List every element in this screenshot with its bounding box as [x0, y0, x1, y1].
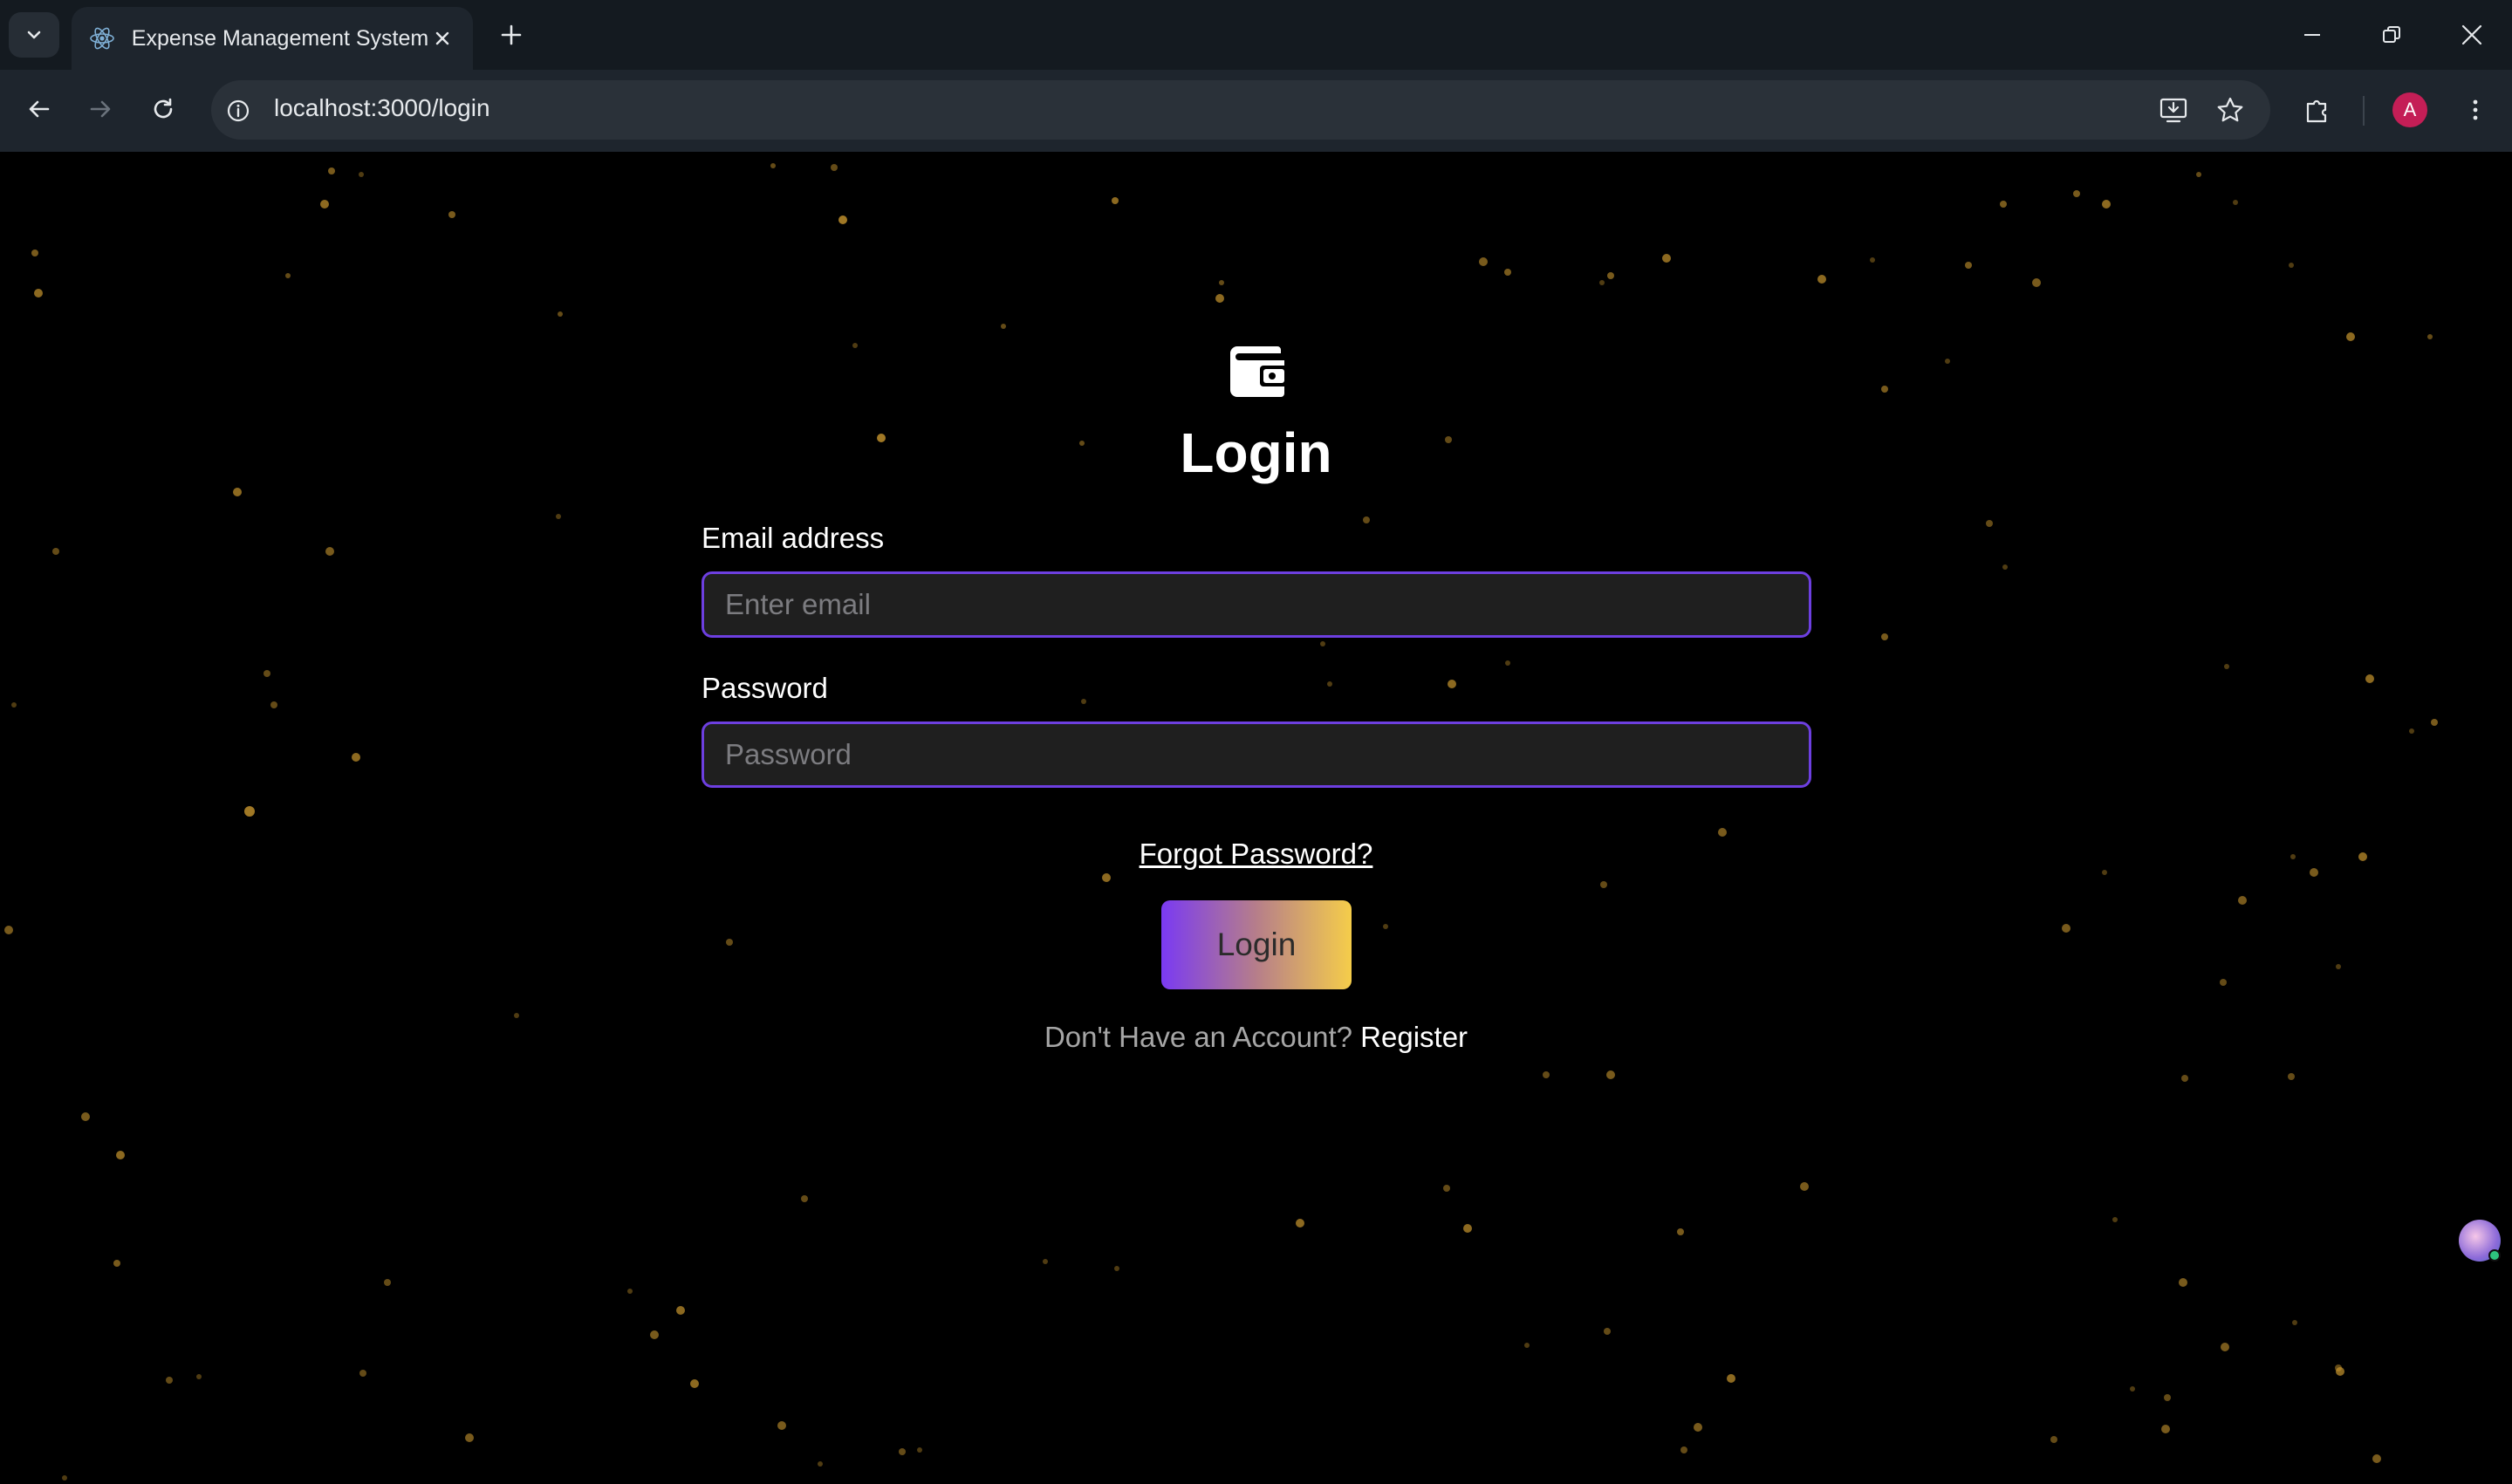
restore-button[interactable] [2365, 12, 2418, 58]
arrow-right-icon [90, 100, 111, 118]
minimize-button[interactable] [2286, 12, 2338, 58]
reload-icon [154, 98, 173, 119]
browser-menu-button[interactable] [2454, 88, 2497, 132]
profile-avatar[interactable]: A [2392, 92, 2427, 127]
star-icon [2217, 97, 2243, 122]
page-title: Login [1180, 421, 1332, 484]
back-button[interactable] [17, 87, 61, 131]
bookmark-button[interactable] [2208, 88, 2252, 132]
register-row: Don't Have an Account? Register [0, 1021, 2512, 1054]
minimize-icon [2304, 34, 2320, 36]
forward-button[interactable] [79, 87, 122, 131]
extensions-button[interactable] [2296, 88, 2339, 132]
new-tab-button[interactable] [492, 16, 530, 54]
address-bar[interactable] [211, 80, 2270, 140]
forgot-password-link[interactable]: Forgot Password? [1140, 838, 1373, 870]
tab-title: Expense Management System [131, 25, 429, 51]
react-icon [89, 24, 116, 52]
restore-icon [2383, 26, 2400, 43]
login-button[interactable]: Login [1161, 900, 1352, 989]
tab-strip: Expense Management System [0, 0, 2512, 70]
puzzle-icon [2306, 99, 2327, 123]
url-text[interactable]: localhost:3000/login [274, 94, 490, 122]
login-page: Login Email address Password Forgot Pass… [0, 152, 2512, 1484]
forgot-password-row: Forgot Password? [0, 838, 2512, 871]
site-info-button[interactable] [218, 91, 258, 131]
email-label: Email address [702, 522, 885, 554]
register-link[interactable]: Register [1360, 1021, 1468, 1053]
kebab-menu-icon [2473, 99, 2478, 120]
plus-icon [501, 24, 522, 45]
browser-tab[interactable]: Expense Management System [72, 7, 473, 70]
close-icon [435, 31, 448, 45]
close-window-button[interactable] [2446, 12, 2498, 58]
tab-search-button[interactable] [9, 12, 59, 58]
chevron-down-icon [27, 31, 41, 39]
reload-button[interactable] [141, 87, 185, 131]
arrow-left-icon [29, 100, 50, 118]
install-app-icon [2159, 98, 2187, 123]
password-label: Password [702, 672, 828, 704]
tab-close-button[interactable] [428, 24, 455, 52]
email-input[interactable] [702, 571, 1811, 638]
info-icon [227, 99, 250, 122]
toolbar-separator [2363, 96, 2365, 126]
browser-chrome: Expense Management System localhost:3000… [0, 0, 2512, 152]
register-prompt: Don't Have an Account? [1044, 1021, 1352, 1053]
close-icon [2461, 24, 2482, 45]
online-status-dot [2488, 1249, 2501, 1262]
wallet-icon [1230, 346, 1288, 397]
password-input[interactable] [702, 721, 1811, 788]
install-app-button[interactable] [2152, 88, 2195, 132]
